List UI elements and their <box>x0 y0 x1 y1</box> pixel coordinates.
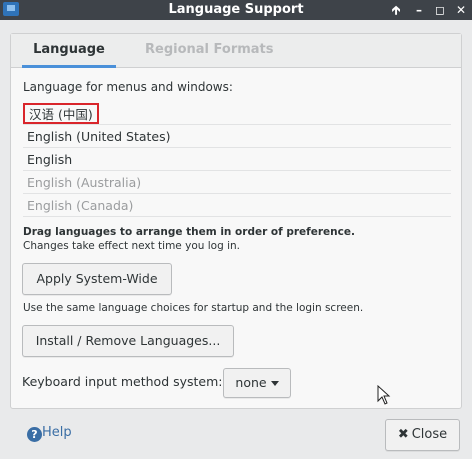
maximize-button[interactable]: ◻ <box>431 1 449 19</box>
language-item-chinese[interactable]: 汉语 (中国) <box>23 102 451 125</box>
language-item-label: 汉语 (中国) <box>23 103 99 124</box>
keyboard-input-dropdown[interactable]: none <box>223 368 291 398</box>
close-button[interactable]: ✖ Close <box>385 419 460 451</box>
language-item-english-us[interactable]: English (United States) <box>23 125 451 148</box>
minimize-button[interactable]: – <box>410 1 428 19</box>
language-heading: Language for menus and windows: <box>23 80 233 94</box>
menu-arrow-icon[interactable]: 🡱 <box>387 1 405 19</box>
close-label: Close <box>411 427 448 442</box>
keyboard-input-label: Keyboard input method system: <box>22 374 223 389</box>
language-list[interactable]: 汉语 (中国) English (United States) English … <box>23 102 451 217</box>
language-panel: Language Regional Formats Language for m… <box>10 33 462 409</box>
tab-regional-formats[interactable]: Regional Formats <box>145 34 275 68</box>
same-choices-note: Use the same language choices for startu… <box>23 302 364 314</box>
question-circle-icon: ? <box>27 427 42 442</box>
chevron-down-icon <box>270 381 279 386</box>
close-icon: ✖ <box>397 427 409 442</box>
changes-note: Changes take effect next time you log in… <box>23 240 240 252</box>
apply-system-wide-button[interactable]: Apply System-Wide <box>22 263 172 295</box>
tab-language[interactable]: Language <box>22 34 116 68</box>
help-link[interactable]: ? Help <box>27 424 72 442</box>
drag-note: Drag languages to arrange them in order … <box>23 226 355 238</box>
mouse-pointer-icon <box>377 385 391 405</box>
window-titlebar: Language Support 🡱 – ◻ ✕ <box>0 0 472 20</box>
close-window-button[interactable]: ✕ <box>452 1 470 19</box>
language-item-english[interactable]: English <box>23 148 451 171</box>
tab-bar: Language Regional Formats <box>11 34 461 68</box>
language-item-english-canada[interactable]: English (Canada) <box>23 194 451 217</box>
help-label: Help <box>42 425 72 440</box>
install-remove-languages-button[interactable]: Install / Remove Languages... <box>22 325 234 357</box>
language-item-english-australia[interactable]: English (Australia) <box>23 171 451 194</box>
keyboard-input-value: none <box>235 375 267 390</box>
